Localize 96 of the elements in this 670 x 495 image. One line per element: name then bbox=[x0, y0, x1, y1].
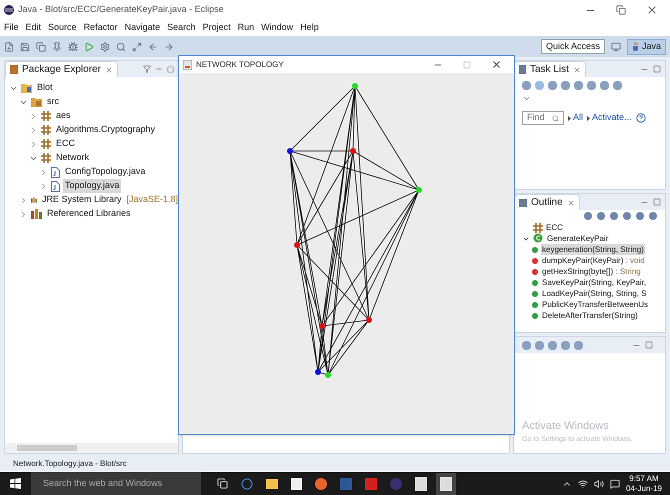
collapsed-chevron-icon[interactable] bbox=[19, 210, 28, 218]
java-file-icon bbox=[51, 180, 60, 192]
project-folder-icon bbox=[21, 83, 32, 93]
activation-title: Activate Windows bbox=[522, 419, 610, 434]
outline-item[interactable]: DeleteAfterTransfer(String) bbox=[541, 310, 639, 321]
outline-item[interactable]: getHexString(byte[]) : String bbox=[541, 266, 642, 277]
collapsed-chevron-icon[interactable] bbox=[19, 196, 28, 204]
java-file-icon bbox=[51, 166, 60, 178]
tree-item[interactable]: ECC bbox=[54, 137, 78, 151]
status-bar-text: Network.Topology.java - Blot/src bbox=[13, 458, 127, 470]
maximize-icon[interactable] bbox=[653, 65, 661, 73]
search-icon[interactable] bbox=[552, 114, 559, 122]
view-tab[interactable]: Outline bbox=[514, 194, 580, 210]
view-menu-icon[interactable] bbox=[522, 94, 531, 103]
package-icon bbox=[533, 222, 543, 232]
windows-start-icon[interactable] bbox=[10, 478, 21, 489]
new-file-icon[interactable] bbox=[4, 42, 14, 52]
tree-item[interactable]: Topology.java bbox=[63, 179, 122, 193]
package-icon bbox=[41, 153, 51, 163]
tree-item[interactable]: Network bbox=[54, 151, 92, 165]
package-icon bbox=[41, 111, 51, 121]
maximize-icon[interactable] bbox=[167, 66, 174, 72]
horizontal-scrollbar[interactable] bbox=[5, 443, 178, 453]
tree-item[interactable]: Algorithms.Cryptography bbox=[54, 123, 158, 137]
forward-arrow-icon[interactable] bbox=[164, 42, 174, 52]
menu-item[interactable]: Run bbox=[238, 21, 254, 35]
tree-item[interactable]: ConfigTopology.java bbox=[63, 165, 148, 179]
window-title: NETWORK TOPOLOGY bbox=[196, 58, 284, 70]
library-books-icon bbox=[31, 195, 37, 205]
clock-date[interactable]: 04-Jun-19 bbox=[626, 484, 662, 494]
triangle-icon bbox=[587, 116, 590, 120]
maximize-icon[interactable] bbox=[645, 341, 653, 349]
tree-item[interactable]: Referenced Libraries bbox=[45, 207, 133, 221]
class-icon bbox=[533, 233, 544, 244]
tree-item[interactable]: JRE System Library bbox=[40, 193, 124, 207]
outline-item[interactable]: PublicKeyTransferBetweenUs bbox=[541, 299, 649, 310]
filter-link[interactable]: All bbox=[573, 111, 584, 125]
menu-item[interactable]: Refactor bbox=[84, 21, 118, 35]
search-icon[interactable] bbox=[116, 42, 126, 52]
filter-link[interactable]: Activate... bbox=[592, 111, 632, 125]
triangle-icon bbox=[568, 116, 571, 120]
package-icon bbox=[41, 125, 51, 135]
collapsed-chevron-icon[interactable] bbox=[29, 112, 38, 120]
tree-item[interactable]: Blot bbox=[35, 81, 55, 95]
collapsed-chevron-icon[interactable] bbox=[29, 126, 38, 134]
java-perspective-button[interactable]: Java bbox=[626, 38, 666, 54]
menu-item[interactable]: Search bbox=[167, 21, 196, 35]
help-icon[interactable] bbox=[636, 113, 646, 123]
outline-item[interactable]: dumpKeyPair(KeyPair) : void bbox=[541, 255, 646, 266]
collapsed-chevron-icon[interactable] bbox=[29, 140, 38, 148]
copy-icon[interactable] bbox=[36, 42, 46, 52]
run-icon[interactable] bbox=[84, 42, 94, 52]
clock-time[interactable]: 9:57 AM bbox=[629, 474, 659, 484]
maximize-icon[interactable] bbox=[653, 198, 661, 206]
back-arrow-icon[interactable] bbox=[148, 42, 158, 52]
outline-item[interactable]: GenerateKeyPair bbox=[547, 233, 608, 244]
menu-item[interactable]: File bbox=[4, 21, 19, 35]
window-title: Java - Blot/src/ECC/GenerateKeyPair.java - Eclipse bbox=[18, 3, 224, 16]
view-tab[interactable]: Package Explorer bbox=[5, 61, 118, 77]
menu-item[interactable]: Project bbox=[202, 21, 231, 35]
outline-item[interactable]: ECC bbox=[546, 222, 563, 233]
close-icon[interactable] bbox=[491, 59, 502, 70]
library-books-icon bbox=[31, 209, 42, 219]
task-view-icon[interactable] bbox=[217, 478, 228, 489]
menu-item[interactable]: Navigate bbox=[124, 21, 160, 35]
expand-icon[interactable] bbox=[132, 42, 142, 52]
outline-item[interactable]: SaveKeyPair(String, KeyPair, bbox=[541, 277, 648, 288]
speaker-icon[interactable] bbox=[594, 478, 604, 488]
tree-item[interactable]: src bbox=[45, 95, 61, 109]
save-icon[interactable] bbox=[20, 42, 30, 52]
find-field[interactable]: Find bbox=[522, 111, 564, 125]
tree-item-suffix: [JavaSE-1.8] bbox=[126, 193, 178, 206]
quick-access-field[interactable]: Quick Access bbox=[540, 39, 605, 54]
taskbar-search-field[interactable]: Search the web and Windows bbox=[31, 472, 201, 495]
app-logo-icon bbox=[4, 5, 14, 15]
open-perspective-icon[interactable] bbox=[610, 42, 621, 52]
package-icon bbox=[41, 139, 51, 149]
close-icon[interactable] bbox=[646, 4, 658, 16]
bug-icon[interactable] bbox=[68, 42, 78, 52]
menu-item[interactable]: Help bbox=[300, 21, 319, 35]
java-cup-icon bbox=[632, 42, 640, 51]
settings-icon[interactable] bbox=[100, 42, 110, 52]
restore-icon[interactable] bbox=[616, 5, 626, 15]
outline-item[interactable]: keygeneration(String, String) bbox=[541, 244, 645, 255]
menu-item[interactable]: Edit bbox=[26, 21, 42, 35]
tree-item[interactable]: aes bbox=[54, 109, 73, 123]
collapsed-chevron-icon[interactable] bbox=[39, 182, 48, 190]
view-tab[interactable]: Task List bbox=[514, 61, 586, 77]
menu-item[interactable]: Source bbox=[48, 21, 77, 35]
browser-icon[interactable] bbox=[241, 478, 253, 490]
source-folder-icon bbox=[31, 97, 42, 107]
network-icon[interactable] bbox=[578, 478, 588, 488]
outline-item[interactable]: LoadKeyPair(String, String, S bbox=[541, 288, 648, 299]
menu-item[interactable]: Window bbox=[261, 21, 294, 35]
notifications-icon[interactable] bbox=[610, 478, 620, 488]
collapsed-chevron-icon[interactable] bbox=[39, 168, 48, 176]
